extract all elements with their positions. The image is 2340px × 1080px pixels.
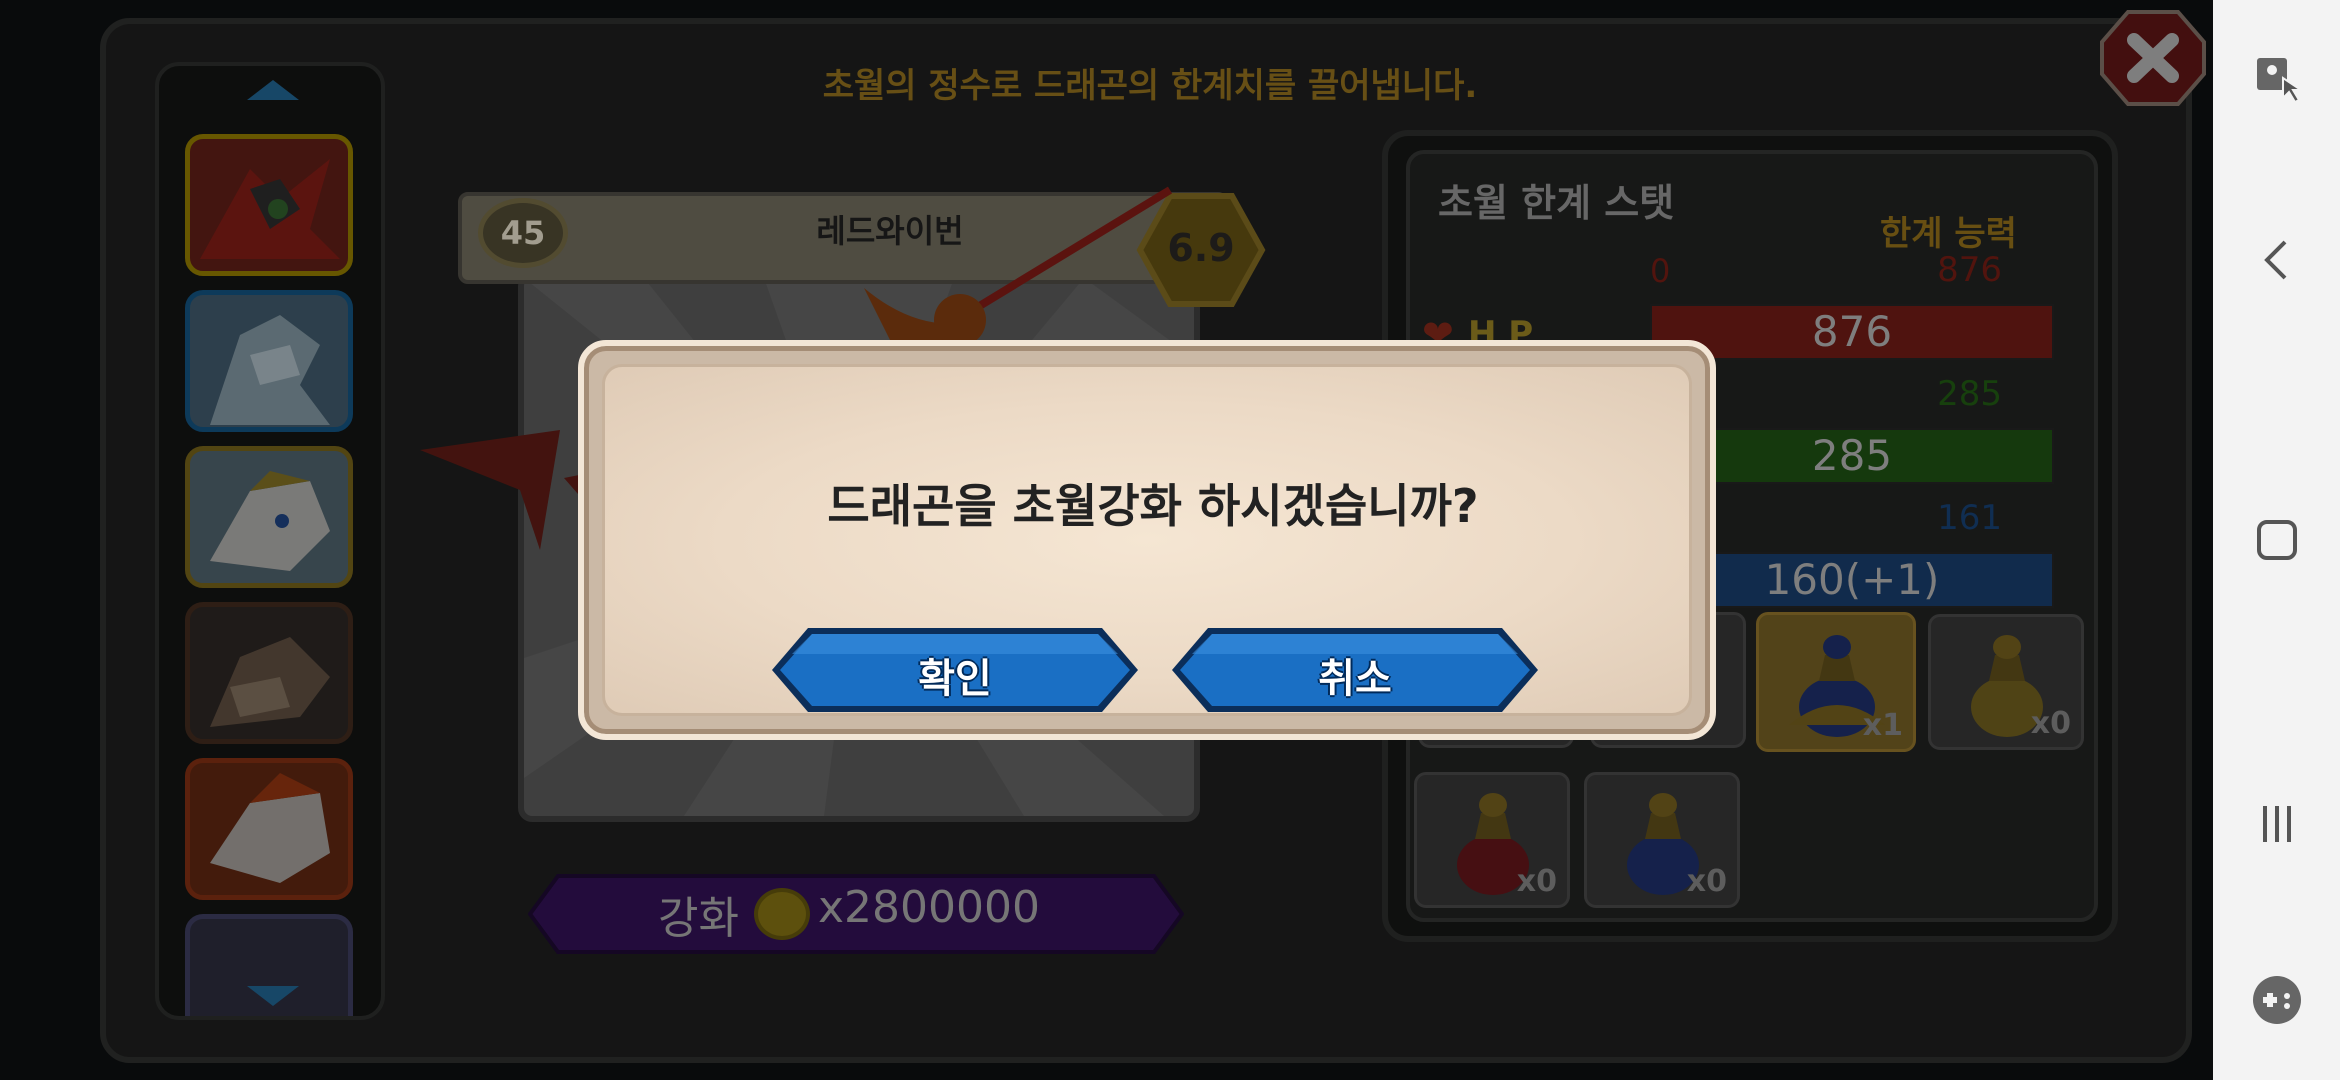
game-tools-icon[interactable] [2249,972,2305,1028]
touch-lock-icon[interactable] [2249,48,2305,104]
back-icon[interactable] [2249,232,2305,288]
system-nav-bar [2213,0,2340,1080]
cancel-label: 취소 [1318,656,1392,702]
dialog-message: 드래곤을 초월강화 하시겠습니까? [827,479,1479,533]
confirm-label: 확인 [918,656,992,702]
cancel-button[interactable]: 취소 [1168,624,1542,716]
game-screen: 초월의 정수로 드래곤의 한계치를 끌어냅니다. 45 레드와이번 6.9 강화… [0,0,2213,1080]
confirm-dialog: 드래곤을 초월강화 하시겠습니까? 확인 취소 [578,340,1716,740]
recents-icon[interactable] [2249,796,2305,852]
confirm-button[interactable]: 확인 [768,624,1142,716]
home-icon[interactable] [2249,512,2305,568]
